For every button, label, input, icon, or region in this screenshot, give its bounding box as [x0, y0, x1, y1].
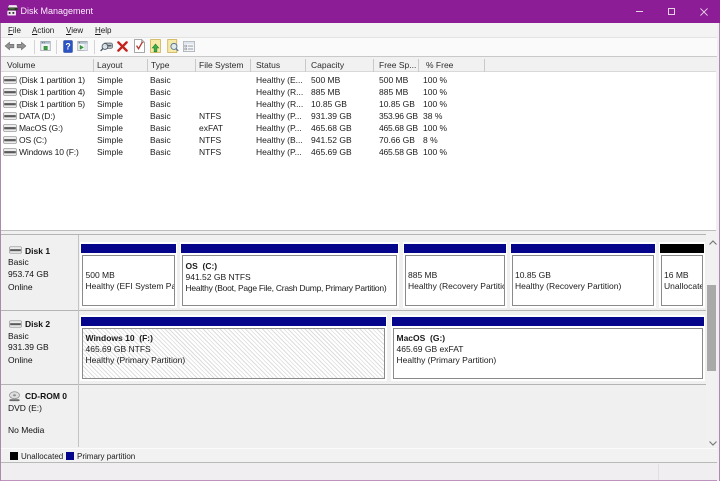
svg-text:?: ?: [65, 42, 70, 52]
